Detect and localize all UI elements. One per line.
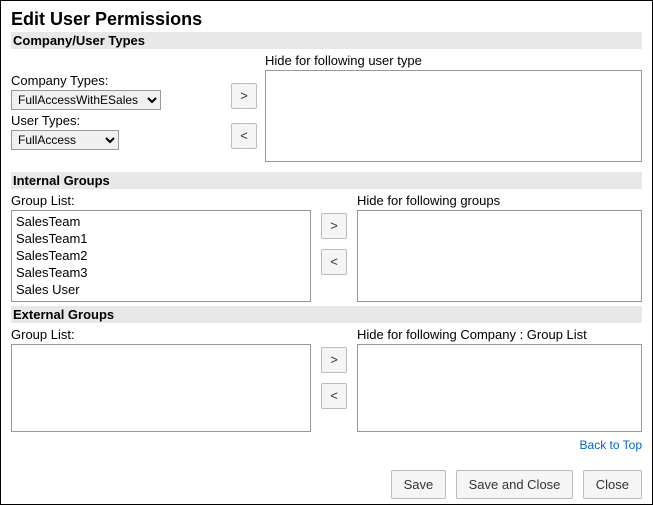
save-button[interactable]: Save xyxy=(391,470,447,499)
list-item[interactable]: SalesTeam3 xyxy=(16,264,306,281)
list-item[interactable]: SalesTeam1 xyxy=(16,230,306,247)
hide-external-groups-label: Hide for following Company : Group List xyxy=(357,327,642,342)
add-usertype-button[interactable]: > xyxy=(231,83,257,109)
remove-external-group-button[interactable]: < xyxy=(321,383,347,409)
page-title: Edit User Permissions xyxy=(11,9,642,30)
list-item[interactable]: Sales User xyxy=(16,281,306,298)
list-item[interactable]: SalesTeam xyxy=(16,213,306,230)
external-groups-header: External Groups xyxy=(11,306,642,323)
user-types-select[interactable]: FullAccess xyxy=(11,130,119,150)
external-group-listbox[interactable] xyxy=(11,344,311,432)
company-types-label: Company Types: xyxy=(11,73,231,88)
hide-external-groups-listbox[interactable] xyxy=(357,344,642,432)
list-item[interactable]: SalesTeam2 xyxy=(16,247,306,264)
hide-usertype-listbox[interactable] xyxy=(265,70,642,162)
add-internal-group-button[interactable]: > xyxy=(321,213,347,239)
back-to-top-link[interactable]: Back to Top xyxy=(580,438,642,452)
hide-internal-groups-listbox[interactable] xyxy=(357,210,642,302)
close-button[interactable]: Close xyxy=(583,470,642,499)
internal-group-list-label: Group List: xyxy=(11,193,311,208)
external-group-list-label: Group List: xyxy=(11,327,311,342)
hide-internal-groups-label: Hide for following groups xyxy=(357,193,642,208)
company-user-types-header: Company/User Types xyxy=(11,32,642,49)
internal-group-listbox[interactable]: SalesTeam SalesTeam1 SalesTeam2 SalesTea… xyxy=(11,210,311,302)
company-types-select[interactable]: FullAccessWithESales xyxy=(11,90,161,110)
remove-usertype-button[interactable]: < xyxy=(231,123,257,149)
user-types-label: User Types: xyxy=(11,113,231,128)
add-external-group-button[interactable]: > xyxy=(321,347,347,373)
remove-internal-group-button[interactable]: < xyxy=(321,249,347,275)
hide-usertype-label: Hide for following user type xyxy=(265,53,642,68)
internal-groups-header: Internal Groups xyxy=(11,172,642,189)
list-item[interactable]: Technical Administrator xyxy=(16,298,306,302)
save-and-close-button[interactable]: Save and Close xyxy=(456,470,574,499)
